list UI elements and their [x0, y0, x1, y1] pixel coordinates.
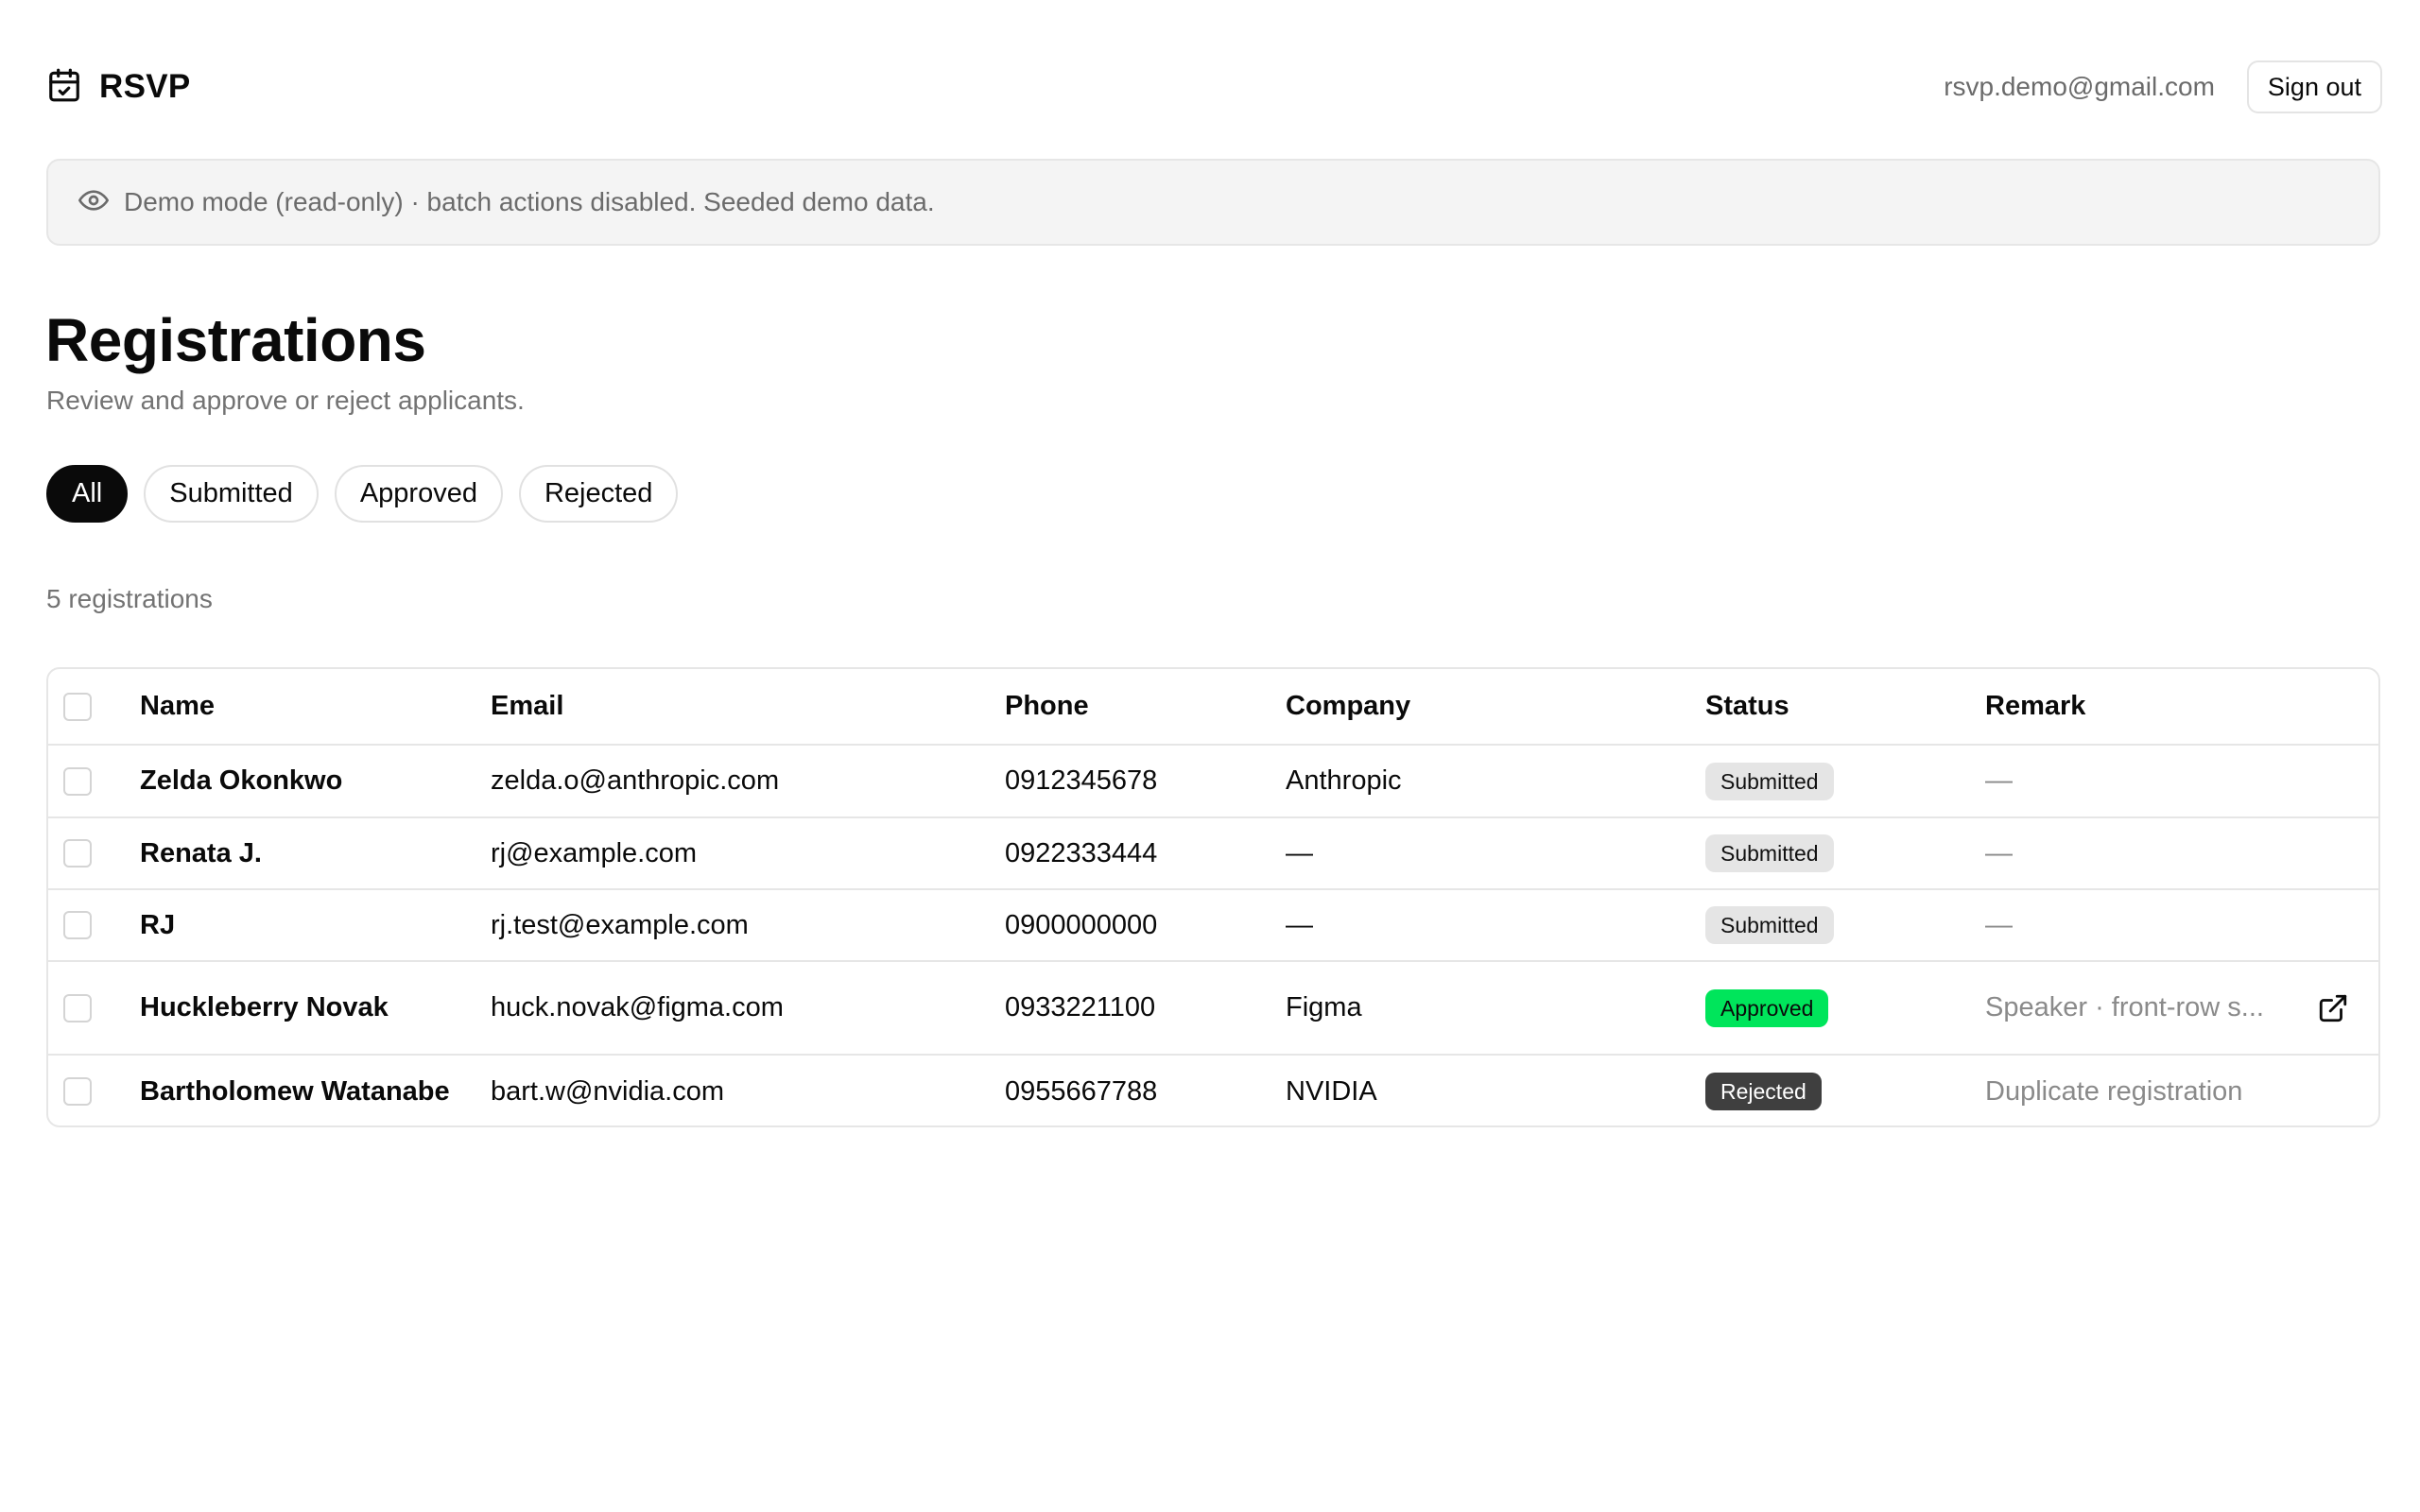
- banner-text: Demo mode (read-only) · batch actions di…: [124, 187, 935, 216]
- row-checkbox[interactable]: [63, 1077, 92, 1106]
- registration-count: 5 registrations: [46, 584, 213, 613]
- app-header: RSVP rsvp.demo@gmail.com Sign out: [46, 59, 2382, 115]
- registrant-phone: 0922333444: [1005, 837, 1158, 868]
- registrant-company: —: [1286, 909, 1313, 940]
- sign-out-button[interactable]: Sign out: [2246, 60, 2382, 113]
- select-all-checkbox[interactable]: [63, 692, 92, 721]
- page-title: Registrations: [45, 306, 426, 374]
- table-row[interactable]: Huckleberry Novak huck.novak@figma.com 0…: [48, 962, 2378, 1056]
- status-badge: Submitted: [1705, 762, 1834, 800]
- user-email: rsvp.demo@gmail.com: [1944, 72, 2215, 101]
- registrations-table: Name Email Phone Company Status Remark Z…: [46, 667, 2380, 1127]
- status-badge: Submitted: [1705, 834, 1834, 872]
- column-header-email: Email: [491, 691, 564, 721]
- row-checkbox[interactable]: [63, 839, 92, 868]
- registrant-remark: —: [1985, 837, 2013, 868]
- registrant-email: rj.test@example.com: [491, 909, 749, 940]
- registrant-name: Renata J.: [140, 837, 262, 868]
- column-header-status: Status: [1705, 691, 1789, 721]
- registrant-remark: Speaker · front-row s...: [1985, 992, 2264, 1022]
- table-row[interactable]: Bartholomew Watanabe bart.w@nvidia.com 0…: [48, 1056, 2378, 1125]
- eye-icon: [78, 185, 109, 220]
- status-badge: Approved: [1705, 988, 1829, 1027]
- row-checkbox[interactable]: [63, 911, 92, 939]
- filter-submitted[interactable]: Submitted: [144, 465, 319, 523]
- registrant-remark: —: [1985, 765, 2013, 796]
- table-row[interactable]: RJ rj.test@example.com 0900000000 — Subm…: [48, 890, 2378, 962]
- registrant-phone: 0912345678: [1005, 765, 1158, 796]
- registrant-name: RJ: [140, 909, 176, 940]
- registrant-email: zelda.o@anthropic.com: [491, 765, 780, 796]
- status-filter-tabs: All Submitted Approved Rejected: [46, 465, 679, 523]
- column-header-company: Company: [1286, 691, 1411, 721]
- table-row[interactable]: Renata J. rj@example.com 0922333444 — Su…: [48, 818, 2378, 890]
- status-badge: Rejected: [1705, 1073, 1822, 1110]
- registrant-company: Anthropic: [1286, 765, 1402, 796]
- filter-rejected[interactable]: Rejected: [518, 465, 679, 523]
- registrant-email: huck.novak@figma.com: [491, 992, 784, 1022]
- registrant-name: Huckleberry Novak: [140, 992, 389, 1022]
- row-checkbox[interactable]: [63, 766, 92, 796]
- status-badge: Submitted: [1705, 906, 1834, 944]
- app-name: RSVP: [99, 68, 191, 105]
- page-subtitle: Review and approve or reject applicants.: [46, 386, 525, 415]
- column-header-name: Name: [140, 691, 215, 721]
- column-header-phone: Phone: [1005, 691, 1089, 721]
- registrant-company: —: [1286, 837, 1313, 868]
- table-row[interactable]: Zelda Okonkwo zelda.o@anthropic.com 0912…: [48, 746, 2378, 818]
- filter-approved[interactable]: Approved: [334, 465, 503, 523]
- demo-mode-banner: Demo mode (read-only) · batch actions di…: [46, 159, 2380, 246]
- row-checkbox[interactable]: [63, 993, 92, 1022]
- registrant-name: Zelda Okonkwo: [140, 765, 343, 796]
- registrant-remark: Duplicate registration: [1985, 1075, 2243, 1107]
- registrant-phone: 0933221100: [1005, 992, 1156, 1022]
- external-link-icon[interactable]: [2317, 962, 2349, 1054]
- registrant-email: bart.w@nvidia.com: [491, 1075, 725, 1107]
- filter-all[interactable]: All: [46, 465, 129, 523]
- brand[interactable]: RSVP: [46, 67, 191, 108]
- registrant-company: Figma: [1286, 992, 1362, 1022]
- calendar-check-icon: [46, 67, 82, 108]
- registrant-company: NVIDIA: [1286, 1075, 1377, 1107]
- registrant-email: rj@example.com: [491, 837, 697, 868]
- registrant-phone: 0955667788: [1005, 1075, 1158, 1107]
- column-header-remark: Remark: [1985, 691, 2086, 721]
- table-header-row: Name Email Phone Company Status Remark: [48, 669, 2378, 746]
- registrant-phone: 0900000000: [1005, 909, 1158, 940]
- registrant-remark: —: [1985, 909, 2013, 940]
- registrant-name: Bartholomew Watanabe: [140, 1075, 450, 1107]
